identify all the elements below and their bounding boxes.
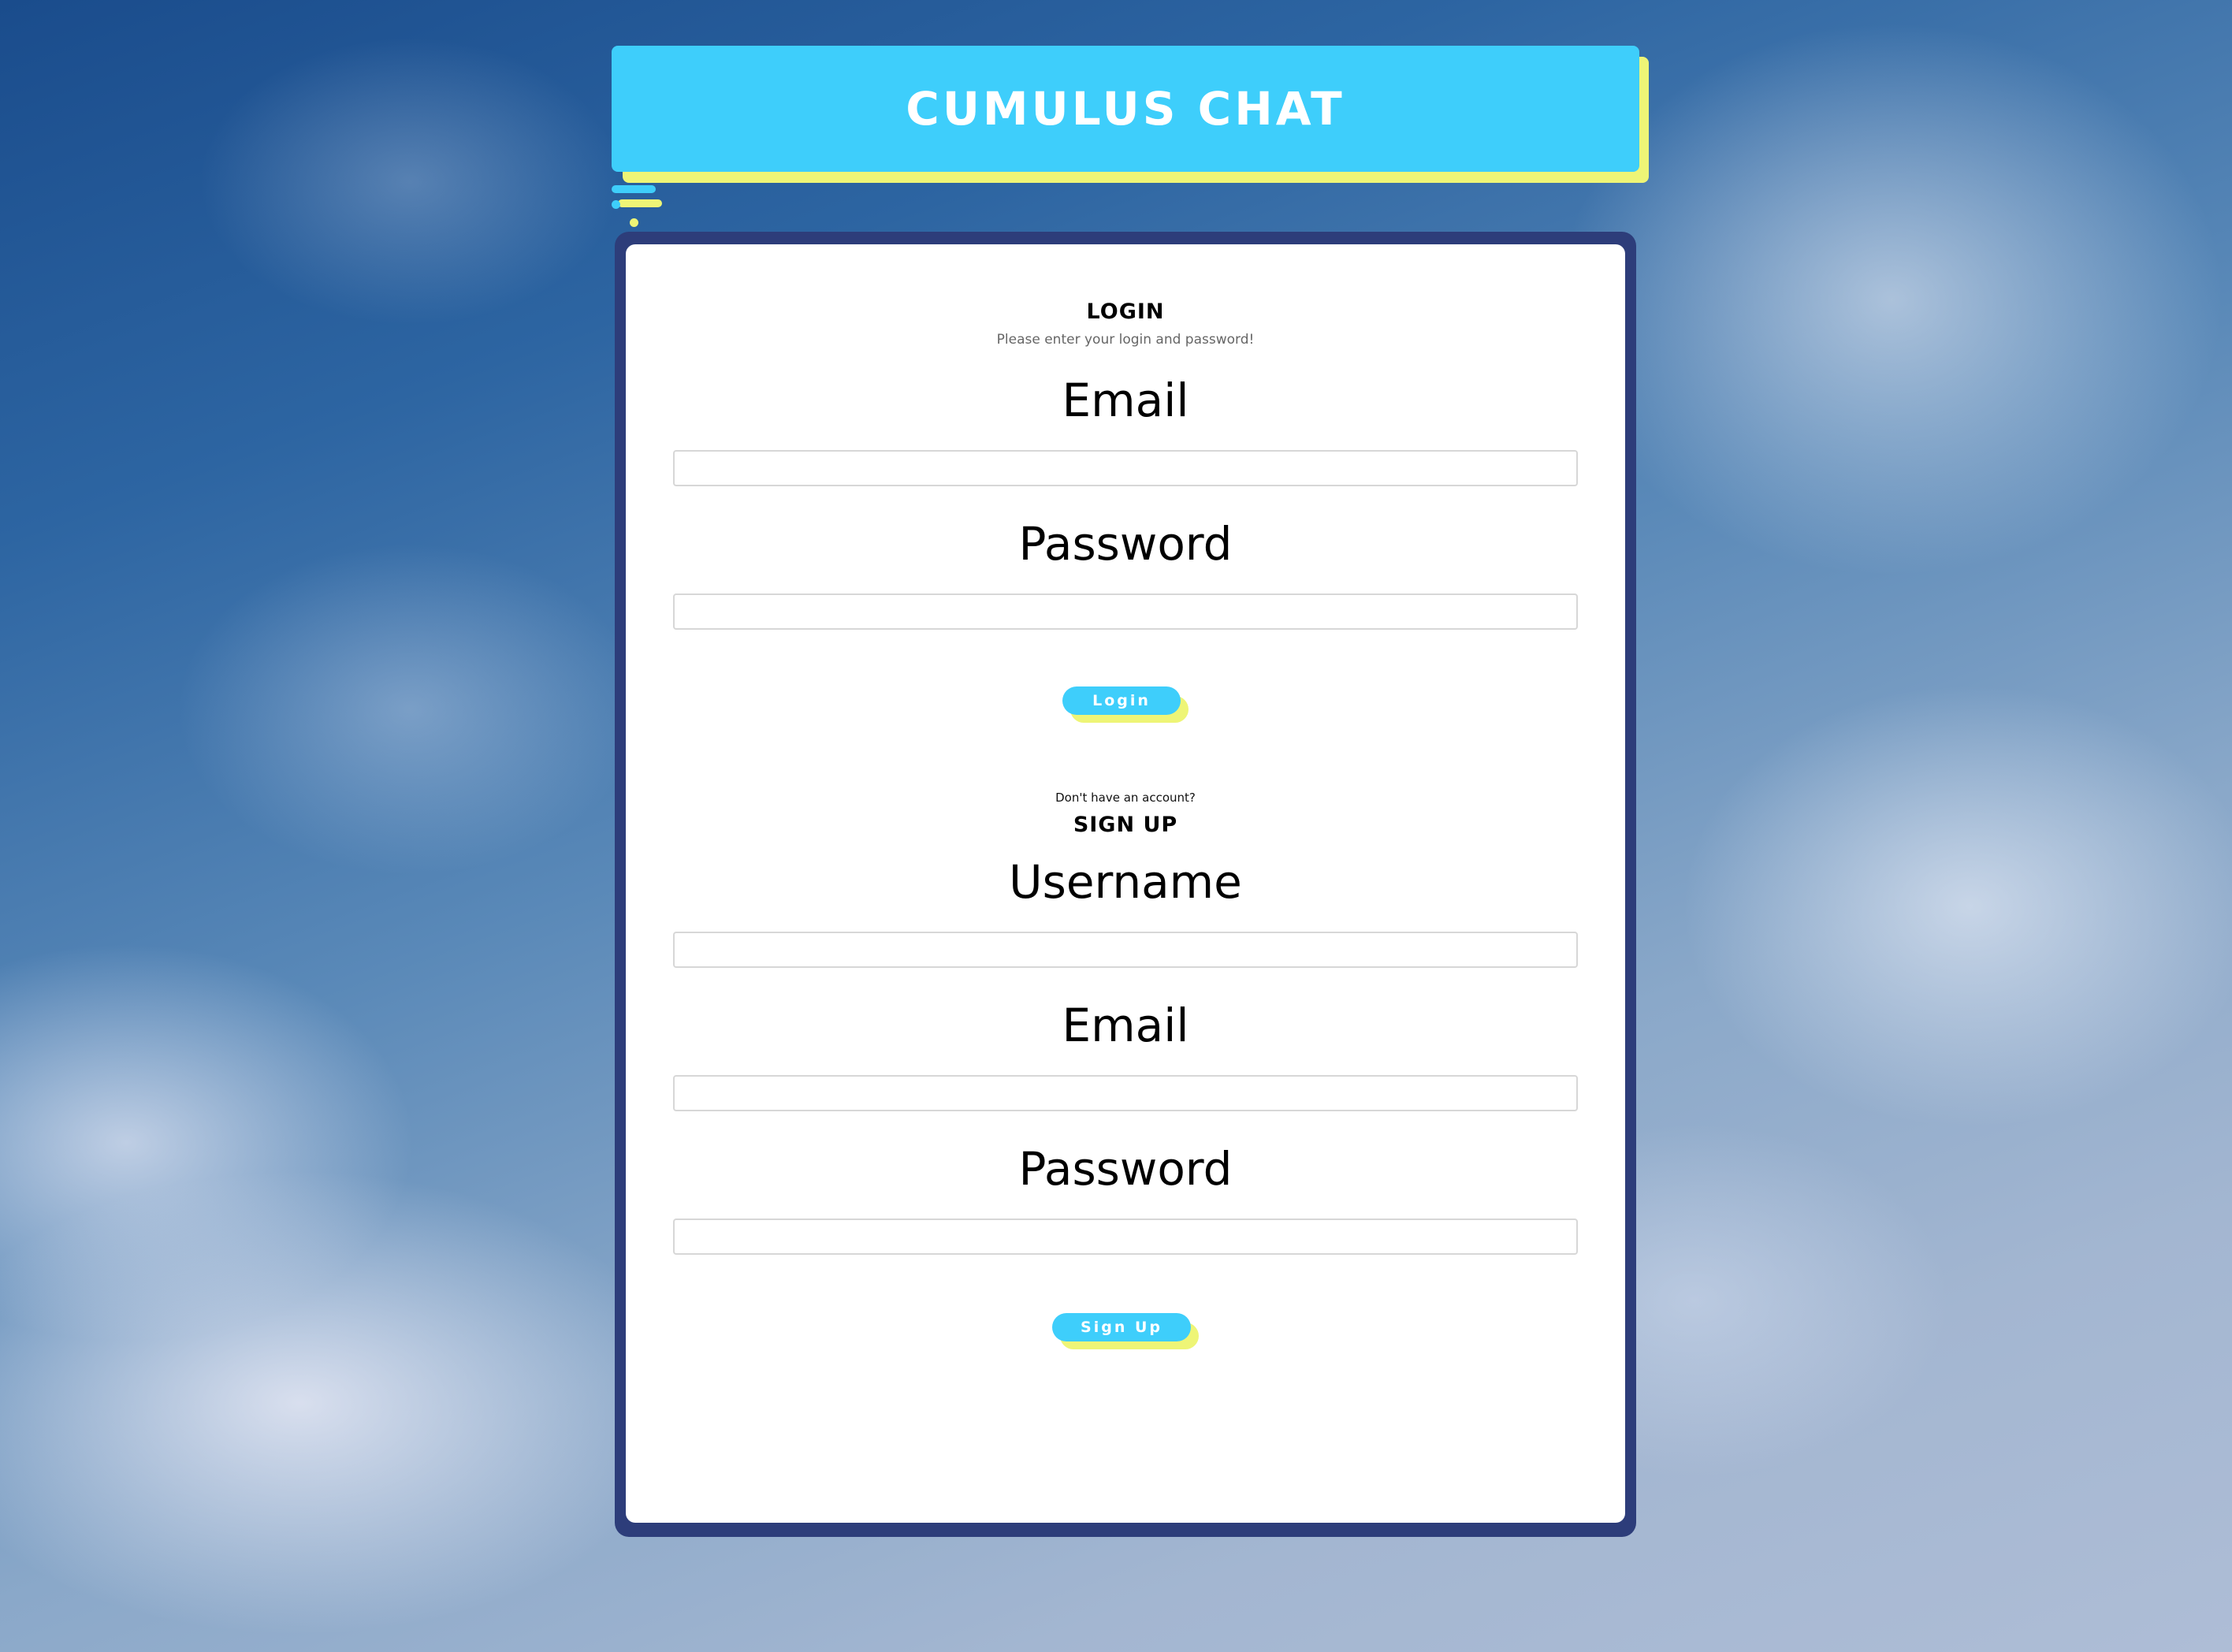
- signup-prompt: Don't have an account?: [1055, 791, 1196, 805]
- login-subtitle: Please enter your login and password!: [996, 332, 1255, 348]
- auth-card-frame: LOGIN Please enter your login and passwo…: [615, 232, 1636, 1537]
- login-heading: LOGIN: [1086, 300, 1165, 324]
- header-banner: CUMULUS CHAT: [612, 46, 1639, 172]
- speech-tail-dot-blue: [612, 200, 620, 209]
- login-section: LOGIN Please enter your login and passwo…: [673, 244, 1578, 724]
- signup-password-label: Password: [1018, 1142, 1233, 1196]
- speech-tail-line-yellow: [618, 199, 662, 207]
- auth-card: LOGIN Please enter your login and passwo…: [626, 244, 1625, 1523]
- login-email-label: Email: [1062, 374, 1189, 427]
- signup-section: Don't have an account? SIGN UP Username …: [673, 724, 1578, 1351]
- signup-email-label: Email: [1062, 999, 1189, 1052]
- signup-username-label: Username: [1009, 855, 1242, 909]
- app-title: CUMULUS CHAT: [906, 82, 1345, 136]
- login-button[interactable]: Login: [1062, 686, 1181, 715]
- login-email-input[interactable]: [673, 450, 1578, 486]
- login-button-wrap: Login: [1062, 686, 1189, 724]
- signup-email-input[interactable]: [673, 1075, 1578, 1111]
- signup-username-input[interactable]: [673, 932, 1578, 968]
- login-password-input[interactable]: [673, 593, 1578, 630]
- login-password-label: Password: [1018, 517, 1233, 571]
- speech-tail-dot-yellow: [630, 218, 638, 227]
- speech-tail-line-blue: [612, 185, 656, 193]
- signup-button-wrap: Sign Up: [1052, 1313, 1199, 1351]
- signup-heading: SIGN UP: [1073, 813, 1178, 837]
- signup-button[interactable]: Sign Up: [1052, 1313, 1191, 1341]
- app-header: CUMULUS CHAT: [612, 46, 1649, 184]
- signup-password-input[interactable]: [673, 1219, 1578, 1255]
